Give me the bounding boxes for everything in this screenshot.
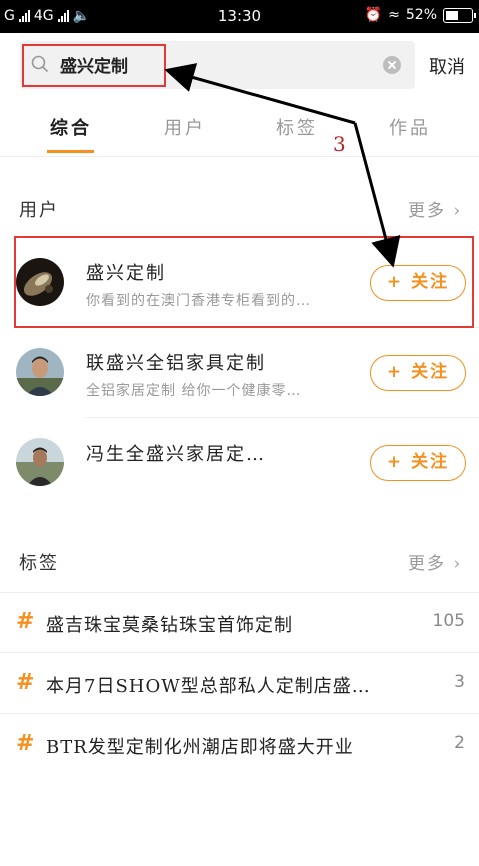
tab-all[interactable]: 综合: [50, 114, 92, 140]
tab-users[interactable]: 用户: [164, 114, 206, 140]
tag-row[interactable]: # 本月7日SHOW型总部私人定制店盛… 3: [0, 653, 479, 714]
tags-section-title: 标签: [19, 553, 59, 574]
user-highlight-box: [14, 236, 474, 328]
follow-button[interactable]: + 关注: [370, 355, 466, 391]
tags-more-label: 更多: [408, 554, 446, 574]
tag-count: 2: [454, 733, 465, 753]
tags-more-link[interactable]: 更多 ›: [408, 549, 462, 574]
hash-icon: #: [16, 731, 35, 756]
tabs-divider: [0, 156, 479, 157]
wifi-icon: ≈: [388, 7, 400, 23]
tag-row[interactable]: # 盛吉珠宝莫桑钻珠宝首饰定制 105: [0, 592, 479, 653]
user-desc: 全铝家居定制 给你一个健康零…: [86, 383, 302, 399]
users-more-label: 更多: [408, 201, 446, 221]
user-row[interactable]: 联盛兴全铝家具定制 全铝家居定制 给你一个健康零… + 关注: [0, 328, 479, 418]
hash-icon: #: [16, 609, 35, 634]
alarm-icon: ⏰: [364, 7, 383, 23]
tag-count: 105: [432, 611, 465, 631]
tag-label: 本月7日SHOW型总部私人定制店盛…: [46, 676, 371, 697]
hash-icon: #: [16, 670, 35, 695]
annotation-label: 3: [333, 132, 346, 156]
chevron-right-icon: ›: [453, 201, 463, 221]
row-divider: [0, 592, 479, 593]
tag-label: 盛吉珠宝莫桑钻珠宝首饰定制: [46, 615, 293, 636]
user-row[interactable]: 冯生全盛兴家居定… + 关注: [0, 418, 479, 508]
cancel-button[interactable]: 取消: [429, 53, 465, 79]
battery-percent: 52%: [405, 7, 437, 23]
follow-button[interactable]: + 关注: [370, 445, 466, 481]
tag-row[interactable]: # BTR发型定制化州潮店即将盛大开业 2: [0, 714, 479, 775]
search-highlight-box: [22, 44, 166, 87]
tab-tags[interactable]: 标签: [276, 114, 318, 140]
clear-icon[interactable]: [383, 56, 401, 74]
status-right: ⏰ ≈ 52%: [364, 7, 476, 23]
battery-icon: [443, 7, 476, 23]
users-section-title: 用户: [19, 200, 59, 221]
tag-count: 3: [454, 672, 465, 692]
chevron-right-icon: ›: [453, 554, 463, 574]
avatar: [16, 348, 64, 396]
tab-indicator: [47, 150, 94, 153]
status-bar: G 4G 🔈 13:30 ⏰ ≈ 52%: [0, 0, 479, 33]
user-name: 冯生全盛兴家居定…: [86, 444, 266, 465]
tab-works[interactable]: 作品: [389, 114, 431, 140]
avatar: [16, 438, 64, 486]
tag-label: BTR发型定制化州潮店即将盛大开业: [46, 737, 354, 758]
users-more-link[interactable]: 更多 ›: [408, 196, 462, 221]
user-name: 联盛兴全铝家具定制: [86, 353, 266, 374]
